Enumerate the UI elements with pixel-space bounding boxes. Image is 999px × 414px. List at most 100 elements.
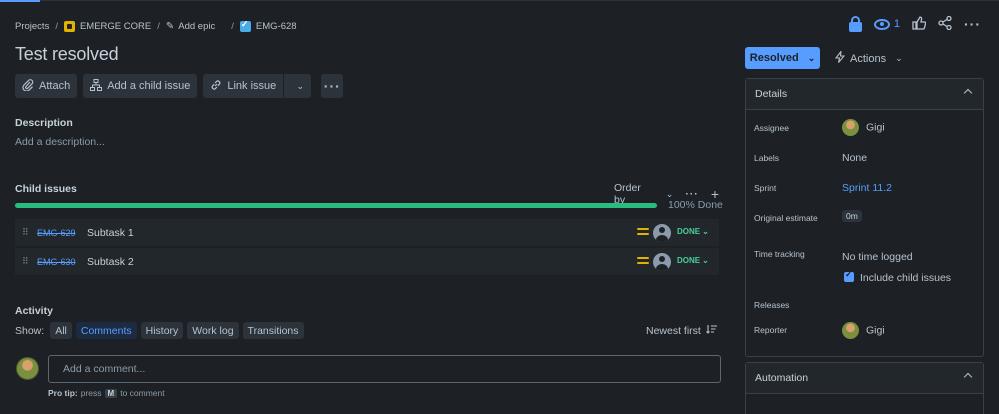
sprint-label: Sprint <box>754 183 777 193</box>
status-dropdown[interactable]: DONE ⌄ <box>677 227 709 236</box>
sprint-link[interactable]: Sprint 11.2 <box>842 182 892 194</box>
breadcrumb-project[interactable]: EMERGE CORE <box>80 21 151 32</box>
time-tracking-label: Time tracking <box>754 249 805 259</box>
automation-title: Automation <box>755 372 809 384</box>
watch-button[interactable]: 1 <box>873 18 900 30</box>
checkbox-checked-icon <box>844 269 854 282</box>
issue-header-actions: 1 ··· <box>848 15 981 32</box>
status-dropdown[interactable]: DONE ⌄ <box>677 256 709 265</box>
issue-key-link[interactable]: EMG-630 <box>37 257 76 267</box>
add-child-label: Add a child issue <box>107 80 191 92</box>
details-header[interactable]: Details <box>746 79 983 110</box>
drag-handle-icon[interactable]: ⠿ <box>22 227 29 238</box>
priority-medium-icon <box>637 257 649 267</box>
chevron-up-icon[interactable] <box>963 372 973 382</box>
pro-tip-rest: to comment <box>120 388 165 398</box>
description-placeholder[interactable]: Add a description... <box>15 136 105 148</box>
thumbs-up-icon[interactable] <box>912 16 927 32</box>
breadcrumb: Projects / EMERGE CORE / ✎ Add epic / EM… <box>15 19 297 33</box>
comment-input[interactable]: Add a comment... <box>48 355 721 383</box>
assignee-field[interactable]: Gigi <box>842 119 885 136</box>
status-button[interactable]: Resolved ⌄ <box>745 47 820 69</box>
automation-panel: Automation <box>745 362 984 414</box>
chevron-up-icon[interactable] <box>963 88 973 98</box>
progress-bar <box>15 203 657 208</box>
filter-comments[interactable]: Comments <box>75 322 137 339</box>
estimate-field[interactable]: 0m <box>842 210 862 222</box>
breadcrumb-separator: / <box>55 20 58 32</box>
breadcrumb-separator: / <box>157 20 160 32</box>
add-child-issue-button[interactable]: Add a child issue <box>83 74 198 98</box>
assignee-label: Assignee <box>754 123 789 133</box>
estimate-label: Original estimate <box>754 213 818 223</box>
lock-icon[interactable] <box>848 16 862 32</box>
show-label: Show: <box>15 324 45 337</box>
list-item[interactable]: ⠿ EMG-629 Subtask 1 DONE ⌄ <box>15 219 719 247</box>
attach-button[interactable]: Attach <box>15 74 78 98</box>
status-label: DONE <box>677 227 701 236</box>
drag-handle-icon[interactable]: ⠿ <box>22 256 29 267</box>
releases-label: Releases <box>754 300 790 310</box>
lightning-icon <box>834 49 846 66</box>
eye-icon <box>873 18 890 30</box>
filter-transitions[interactable]: Transitions <box>242 322 304 339</box>
issue-key-link[interactable]: EMG-629 <box>37 228 76 238</box>
pencil-icon: ✎ <box>165 20 175 32</box>
filter-work-log[interactable]: Work log <box>187 322 239 339</box>
child-issues-heading: Child issues <box>15 183 77 195</box>
include-child-label: Include child issues <box>860 272 952 284</box>
sort-label: Newest first <box>646 324 701 337</box>
activity-heading: Activity <box>15 305 53 317</box>
breadcrumb-separator: / <box>231 20 234 32</box>
sort-icon <box>705 324 717 337</box>
link-issue-button[interactable]: Link issue <box>203 74 285 98</box>
actions-button[interactable]: Actions ⌄ <box>834 49 903 66</box>
unassigned-avatar-icon[interactable] <box>653 224 671 242</box>
issue-summary[interactable]: Subtask 1 <box>87 227 134 239</box>
child-issues-list: ⠿ EMG-629 Subtask 1 DONE ⌄ ⠿ EMG-630 Subt… <box>15 219 719 277</box>
description-heading: Description <box>15 117 73 129</box>
pro-tip: Pro tip: press M to comment <box>48 388 165 398</box>
reporter-value: Gigi <box>866 324 885 337</box>
issue-summary[interactable]: Subtask 2 <box>87 256 134 268</box>
paperclip-icon <box>22 78 34 94</box>
link-issue-split-button: Link issue ⌄ <box>203 74 312 98</box>
progress-label: 100% Done <box>668 199 723 211</box>
time-tracking-value[interactable]: No time logged <box>842 251 913 263</box>
breadcrumb-issue-key[interactable]: EMG-628 <box>256 21 297 32</box>
actions-label: Actions <box>850 52 887 65</box>
task-type-icon <box>239 19 251 32</box>
reporter-field[interactable]: Gigi <box>842 322 885 339</box>
issue-toolbar: Attach Add a child issue Link issue ⌄ ··… <box>15 74 344 98</box>
chevron-down-icon: ⌄ <box>807 52 816 63</box>
child-issues-header: Child issues Order by ⌄ ··· + <box>15 181 719 206</box>
issue-title[interactable]: Test resolved <box>15 44 119 65</box>
filter-history[interactable]: History <box>140 322 184 339</box>
watchers-count: 1 <box>893 18 900 30</box>
details-title: Details <box>755 88 788 100</box>
comment-placeholder: Add a comment... <box>63 363 146 375</box>
avatar <box>842 322 859 339</box>
share-icon[interactable] <box>938 15 952 32</box>
labels-value[interactable]: None <box>842 152 867 164</box>
chevron-down-icon: ⌄ <box>702 227 709 236</box>
breadcrumb-projects[interactable]: Projects <box>15 21 49 32</box>
filter-all[interactable]: All <box>50 322 72 339</box>
pro-tip-label: Pro tip: <box>48 388 78 398</box>
unassigned-avatar-icon[interactable] <box>653 253 671 271</box>
breadcrumb-add-epic[interactable]: Add epic <box>178 21 215 32</box>
chevron-down-icon[interactable]: ⌄ <box>666 189 674 200</box>
hierarchy-icon <box>90 78 103 94</box>
chevron-down-icon: ⌄ <box>895 53 903 63</box>
activity-filters: Show: All Comments History Work log Tran… <box>15 322 304 339</box>
include-child-issues-checkbox[interactable]: Include child issues <box>844 269 952 284</box>
sort-order-button[interactable]: Newest first <box>646 324 717 337</box>
keyboard-shortcut: M <box>104 388 118 398</box>
list-item[interactable]: ⠿ EMG-630 Subtask 2 DONE ⌄ <box>15 248 719 276</box>
more-actions-button[interactable]: ··· <box>321 74 344 98</box>
chevron-down-icon[interactable]: ⌄ <box>289 81 311 92</box>
link-issue-label: Link issue <box>227 80 277 92</box>
automation-header[interactable]: Automation <box>746 363 983 394</box>
more-icon[interactable]: ··· <box>964 17 981 31</box>
project-icon <box>63 20 75 32</box>
